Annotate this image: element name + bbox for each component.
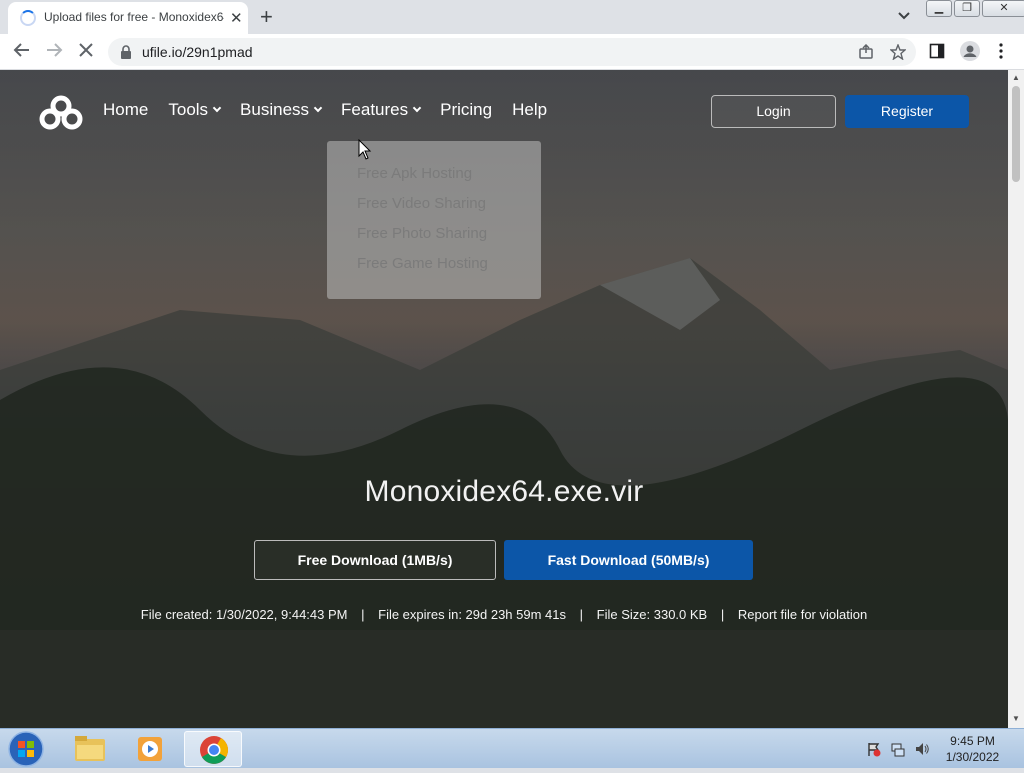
separator: | — [720, 607, 725, 622]
tab-search-chevron-icon[interactable] — [897, 8, 911, 26]
login-button[interactable]: Login — [711, 95, 836, 128]
nav-tools-label: Tools — [168, 100, 209, 119]
nav-help[interactable]: Help — [512, 100, 547, 120]
chevron-down-icon — [313, 103, 323, 113]
forward-arrow-icon[interactable] — [43, 41, 65, 63]
system-tray — [866, 741, 930, 762]
file-created-text: File created: 1/30/2022, 9:44:43 PM — [140, 607, 348, 622]
browser-toolbar: ufile.io/29n1pmad — [0, 34, 1024, 70]
fast-download-button[interactable]: Fast Download (50MB/s) — [504, 540, 753, 580]
main-navigation: Home Tools Business Features Pricing Hel… — [103, 100, 567, 120]
taskbar-clock[interactable]: 9:45 PM 1/30/2022 — [930, 733, 1015, 765]
menu-item-video-sharing[interactable]: Free Video Sharing — [327, 193, 541, 223]
browser-tab[interactable]: Upload files for free - Monoxidex64.exe.… — [8, 2, 248, 34]
loading-spinner-icon — [20, 10, 36, 26]
lock-icon[interactable] — [120, 45, 132, 64]
menu-item-game-hosting[interactable]: Free Game Hosting — [327, 253, 541, 283]
chevron-down-icon — [412, 103, 422, 113]
free-download-button[interactable]: Free Download (1MB/s) — [254, 540, 496, 580]
window-close-button[interactable]: ✕ — [982, 0, 1024, 17]
clock-date: 1/30/2022 — [945, 750, 1000, 764]
nav-help-label: Help — [512, 100, 548, 119]
nav-home-label: Home — [103, 100, 149, 119]
nav-tools[interactable]: Tools — [168, 100, 222, 120]
file-name-heading: Monoxidex64.exe.vir — [364, 475, 644, 508]
address-bar[interactable]: ufile.io/29n1pmad — [108, 38, 916, 66]
side-panel-icon[interactable] — [929, 43, 945, 64]
network-icon[interactable] — [890, 741, 906, 762]
windows-taskbar: 9:45 PM 1/30/2022 — [0, 728, 1024, 768]
chrome-taskbar-icon[interactable] — [184, 731, 242, 767]
nav-pricing[interactable]: Pricing — [440, 100, 492, 120]
new-tab-button[interactable]: + — [260, 4, 273, 30]
nav-business-label: Business — [240, 100, 310, 119]
profile-avatar-icon[interactable] — [960, 41, 980, 66]
tab-close-icon[interactable]: ✕ — [230, 9, 243, 27]
tab-title: Upload files for free - Monoxidex64.exe.… — [44, 10, 224, 24]
separator: | — [361, 607, 365, 622]
nav-features-label: Features — [341, 100, 409, 119]
window-controls: ▁ ❐ ✕ — [926, 0, 1024, 18]
register-button[interactable]: Register — [845, 95, 969, 128]
back-arrow-icon[interactable] — [11, 41, 33, 63]
scrollbar-thumb[interactable] — [1012, 86, 1020, 182]
bookmark-star-icon[interactable] — [889, 43, 907, 65]
menu-kebab-icon[interactable] — [998, 43, 1004, 64]
tab-strip: Upload files for free - Monoxidex64.exe.… — [0, 0, 1024, 34]
scroll-up-arrow-icon[interactable]: ▲ — [1012, 73, 1020, 82]
nav-home[interactable]: Home — [103, 100, 148, 120]
action-center-flag-icon[interactable] — [866, 741, 882, 762]
nav-business[interactable]: Business — [240, 100, 323, 120]
minimize-button[interactable]: ▁ — [926, 0, 952, 17]
mouse-cursor-icon — [358, 138, 372, 166]
scroll-down-arrow-icon[interactable]: ▼ — [1012, 714, 1020, 723]
restore-button[interactable]: ❐ — [954, 0, 980, 17]
nav-features[interactable]: Features — [341, 100, 422, 120]
share-icon[interactable] — [858, 43, 874, 65]
menu-item-photo-sharing[interactable]: Free Photo Sharing — [327, 223, 541, 253]
start-button-icon[interactable] — [6, 730, 46, 768]
chevron-down-icon — [212, 103, 222, 113]
file-meta-row: File created: 1/30/2022, 9:44:43 PM | Fi… — [0, 607, 1008, 622]
site-logo-icon[interactable] — [38, 94, 84, 137]
stop-loading-icon[interactable] — [75, 41, 97, 63]
volume-icon[interactable] — [914, 741, 930, 762]
file-size-text: File Size: 330.0 KB — [596, 607, 708, 622]
menu-item-apk-hosting[interactable]: Free Apk Hosting — [327, 163, 541, 193]
web-page: Home Tools Business Features Pricing Hel… — [0, 70, 1008, 728]
separator: | — [579, 607, 584, 622]
media-player-taskbar-icon[interactable] — [121, 731, 179, 767]
url-text: ufile.io/29n1pmad — [142, 44, 253, 60]
report-violation-link[interactable]: Report file for violation — [738, 607, 867, 622]
file-explorer-taskbar-icon[interactable] — [60, 731, 118, 767]
file-expires-text: File expires in: 29d 23h 59m 41s — [378, 607, 567, 622]
page-scrollbar[interactable]: ▲ ▼ — [1008, 70, 1024, 728]
clock-time: 9:45 PM — [950, 734, 995, 748]
nav-pricing-label: Pricing — [440, 100, 493, 119]
